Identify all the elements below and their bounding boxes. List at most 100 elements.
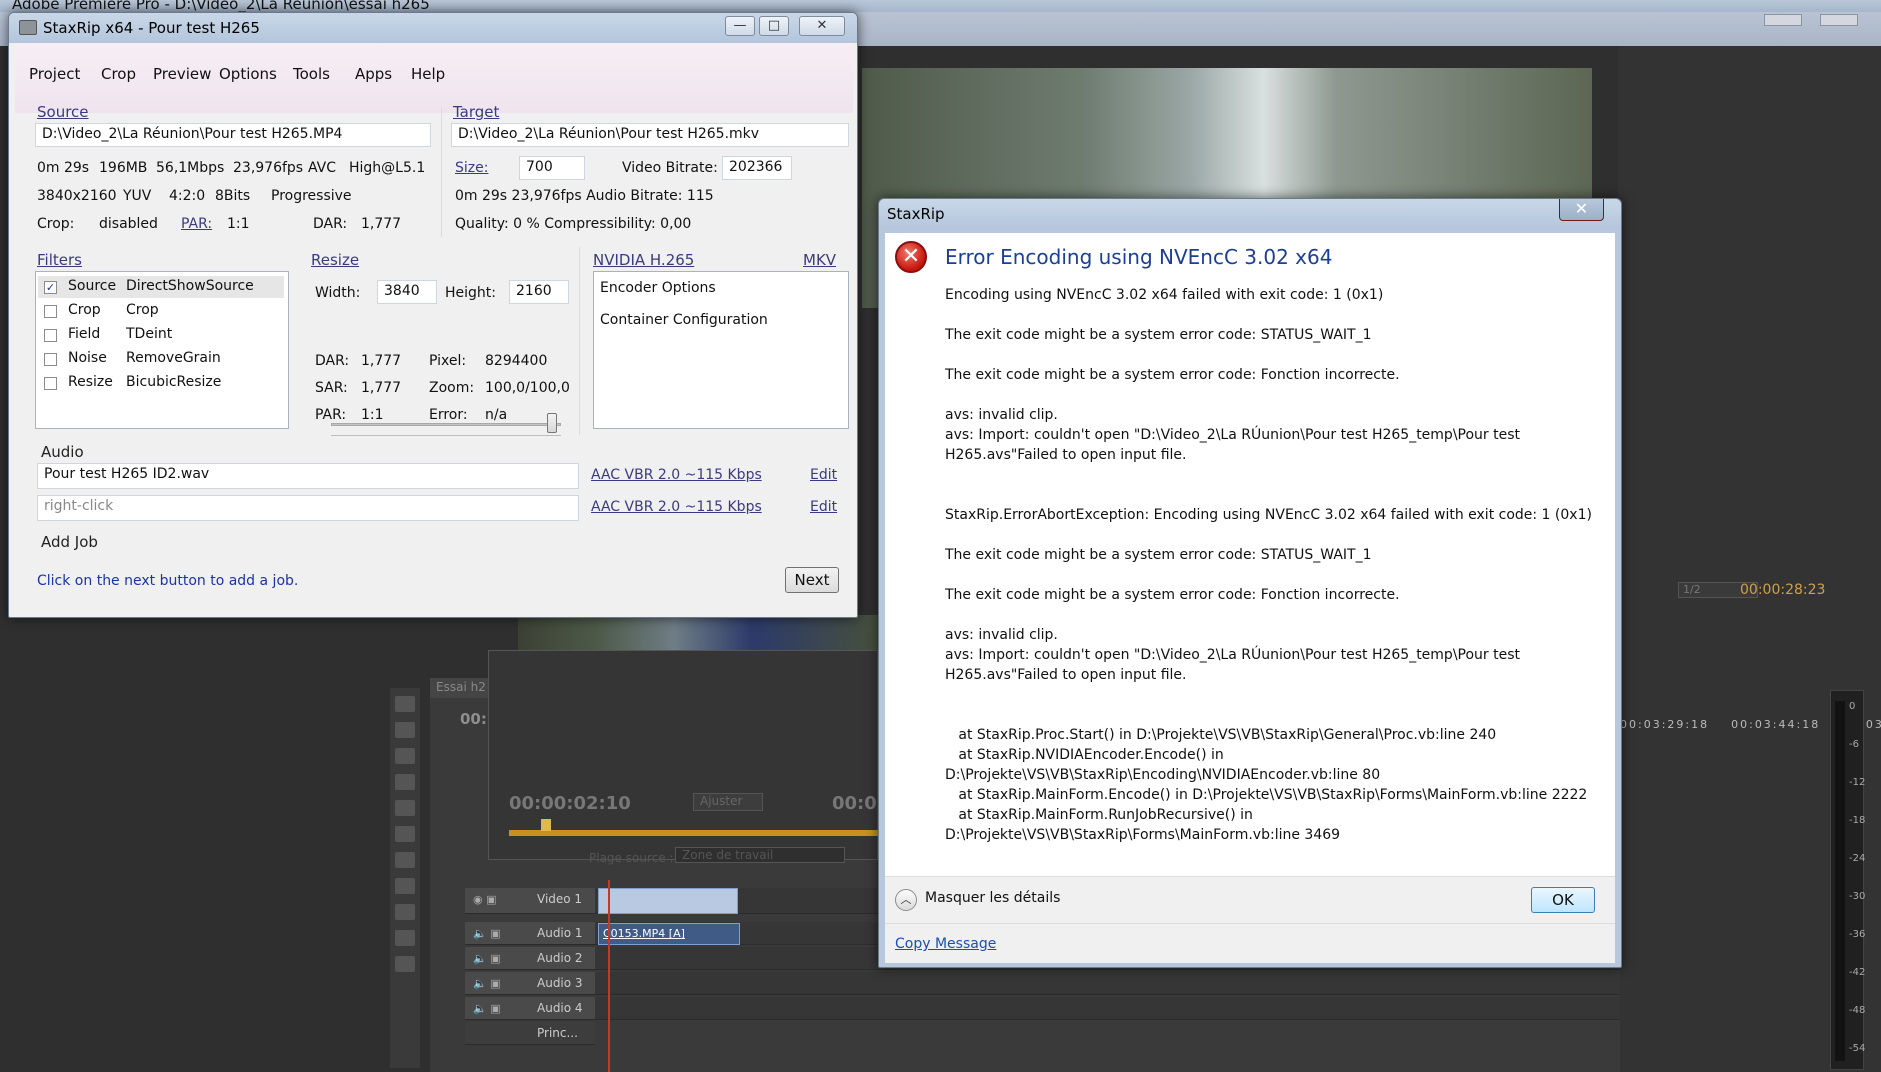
- filter-value: Crop: [126, 302, 159, 318]
- track-lane-audio-4[interactable]: [595, 997, 1620, 1020]
- encoder-label[interactable]: NVIDIA H.265: [593, 251, 694, 269]
- audio-track-1-profile-link[interactable]: AAC VBR 2.0 ~115 Kbps: [591, 467, 762, 483]
- filter-checkbox-resize[interactable]: [44, 377, 57, 390]
- audio-track-2-edit-link[interactable]: Edit: [810, 499, 837, 515]
- container-label[interactable]: MKV: [803, 251, 836, 269]
- copy-message-link[interactable]: Copy Message: [895, 936, 996, 952]
- filter-checkbox-field[interactable]: [44, 329, 57, 342]
- resize-slider-thumb[interactable]: [546, 413, 557, 433]
- target-path-field[interactable]: D:\Video_2\La Réunion\Pour test H265.mkv: [451, 123, 849, 147]
- source-chroma: 4:2:0: [169, 188, 206, 204]
- close-button[interactable]: ✕: [799, 16, 845, 36]
- razor-tool-icon[interactable]: [395, 826, 415, 842]
- video-bitrate-field[interactable]: 202366: [722, 156, 792, 180]
- filter-checkbox-noise[interactable]: [44, 353, 57, 366]
- menu-crop[interactable]: Crop: [101, 65, 136, 83]
- menu-tools[interactable]: Tools: [293, 65, 330, 83]
- track-header-audio-3[interactable]: 🔈 ▣ Audio 3: [465, 972, 595, 995]
- fit-select[interactable]: Ajuster: [693, 793, 763, 811]
- error-value: n/a: [485, 407, 508, 423]
- resize-slider-track[interactable]: [331, 423, 561, 426]
- target-quality-line: Quality: 0 % Compressibility: 0,00: [455, 216, 692, 232]
- menu-options[interactable]: Options: [219, 65, 277, 83]
- audio-track-2-field[interactable]: right-click: [37, 495, 579, 521]
- par-link[interactable]: PAR:: [181, 216, 212, 232]
- filters-list[interactable]: ✓ Source DirectShowSource Crop Crop Fiel…: [35, 271, 289, 429]
- add-job-label: Add Job: [41, 533, 98, 551]
- ripple-tool-icon[interactable]: [395, 748, 415, 764]
- height-field[interactable]: 2160: [509, 280, 569, 304]
- track-header-master[interactable]: Princ...: [465, 1022, 595, 1045]
- speaker-icon[interactable]: 🔈 ▣: [473, 927, 503, 940]
- playhead-marker-icon[interactable]: [541, 819, 551, 831]
- zoom-tool-icon[interactable]: [395, 956, 415, 972]
- timeline-playhead[interactable]: [608, 880, 610, 1072]
- source-label[interactable]: Source: [37, 103, 89, 121]
- source-path-field[interactable]: D:\Video_2\La Réunion\Pour test H265.MP4: [35, 123, 431, 147]
- filter-checkbox-crop[interactable]: [44, 305, 57, 318]
- dialog-close-button[interactable]: ✕: [1559, 199, 1604, 221]
- resize-par-label: PAR:: [315, 407, 347, 423]
- menu-preview[interactable]: Preview: [153, 65, 211, 83]
- track-header-audio-1[interactable]: 🔈 ▣ Audio 1: [465, 922, 595, 945]
- rolling-tool-icon[interactable]: [395, 774, 415, 790]
- premiere-minimize-button[interactable]: [1764, 14, 1802, 26]
- dar-label: DAR:: [313, 216, 348, 232]
- audio-track-2-profile-link[interactable]: AAC VBR 2.0 ~115 Kbps: [591, 499, 762, 515]
- speaker-icon[interactable]: 🔈 ▣: [473, 952, 503, 965]
- width-field[interactable]: 3840: [377, 280, 437, 304]
- menu-project[interactable]: Project: [29, 65, 80, 83]
- source-resolution: 3840x2160: [37, 188, 117, 204]
- source-scan: Progressive: [271, 188, 352, 204]
- size-field[interactable]: 700: [519, 156, 585, 180]
- pen-tool-icon[interactable]: [395, 904, 415, 920]
- source-scrub-bar[interactable]: [509, 830, 879, 836]
- slip-tool-icon[interactable]: [395, 852, 415, 868]
- eye-icon[interactable]: ◉ ▣: [473, 893, 503, 906]
- audio-clip[interactable]: C0153.MP4 [A]: [598, 923, 740, 945]
- target-label[interactable]: Target: [453, 103, 499, 121]
- resize-slider-ticks: [331, 435, 561, 436]
- encoder-options-item[interactable]: Encoder Options: [600, 280, 716, 296]
- maximize-button[interactable]: □: [759, 16, 789, 36]
- source-monitor: 00:00:02:10 Ajuster 00:0 Plage source : …: [488, 650, 879, 865]
- ok-button[interactable]: OK: [1531, 887, 1595, 913]
- size-link[interactable]: Size:: [455, 160, 488, 176]
- collapse-details-icon[interactable]: ︿: [895, 889, 917, 911]
- track-lane-audio-3[interactable]: [595, 972, 1620, 995]
- meter-tick: 0: [1849, 701, 1856, 712]
- next-button[interactable]: Next: [785, 567, 839, 593]
- audio-track-1-field[interactable]: Pour test H265 ID2.wav: [37, 463, 579, 489]
- resize-dar-value: 1,777: [361, 353, 402, 369]
- video-clip[interactable]: [598, 888, 738, 914]
- par-value: 1:1: [227, 216, 250, 232]
- menu-help[interactable]: Help: [411, 65, 445, 83]
- resize-label[interactable]: Resize: [311, 251, 359, 269]
- dialog-content: ✕ Error Encoding using NVEncC 3.02 x64 E…: [885, 233, 1615, 923]
- range-select[interactable]: Zone de travail: [675, 847, 845, 863]
- slide-tool-icon[interactable]: [395, 878, 415, 894]
- speaker-icon[interactable]: 🔈 ▣: [473, 977, 503, 990]
- hide-details-label[interactable]: Masquer les détails: [925, 890, 1060, 906]
- track-header-audio-2[interactable]: 🔈 ▣ Audio 2: [465, 947, 595, 970]
- filter-checkbox-source[interactable]: ✓: [44, 281, 57, 294]
- error-details-text: Encoding using NVEncC 3.02 x64 failed wi…: [945, 287, 1592, 843]
- premiere-close-button[interactable]: [1820, 14, 1858, 26]
- track-header-audio-4[interactable]: 🔈 ▣ Audio 4: [465, 997, 595, 1020]
- container-config-item[interactable]: Container Configuration: [600, 312, 768, 328]
- meter-tick: -36: [1849, 929, 1866, 940]
- meter-tick: -54: [1849, 1043, 1866, 1054]
- meter-tick: -48: [1849, 1005, 1866, 1016]
- hand-tool-icon[interactable]: [395, 930, 415, 946]
- minimize-button[interactable]: —: [725, 16, 755, 36]
- rate-stretch-tool-icon[interactable]: [395, 800, 415, 816]
- selection-tool-icon[interactable]: [395, 696, 415, 712]
- track-header-video-1[interactable]: ◉ ▣ Video 1: [465, 888, 595, 914]
- track-select-tool-icon[interactable]: [395, 722, 415, 738]
- filter-name: Crop: [68, 302, 101, 318]
- menu-apps[interactable]: Apps: [355, 65, 392, 83]
- encoder-options-list[interactable]: Encoder Options Container Configuration: [593, 271, 849, 429]
- speaker-icon[interactable]: 🔈 ▣: [473, 1002, 503, 1015]
- filters-label[interactable]: Filters: [37, 251, 82, 269]
- audio-track-1-edit-link[interactable]: Edit: [810, 467, 837, 483]
